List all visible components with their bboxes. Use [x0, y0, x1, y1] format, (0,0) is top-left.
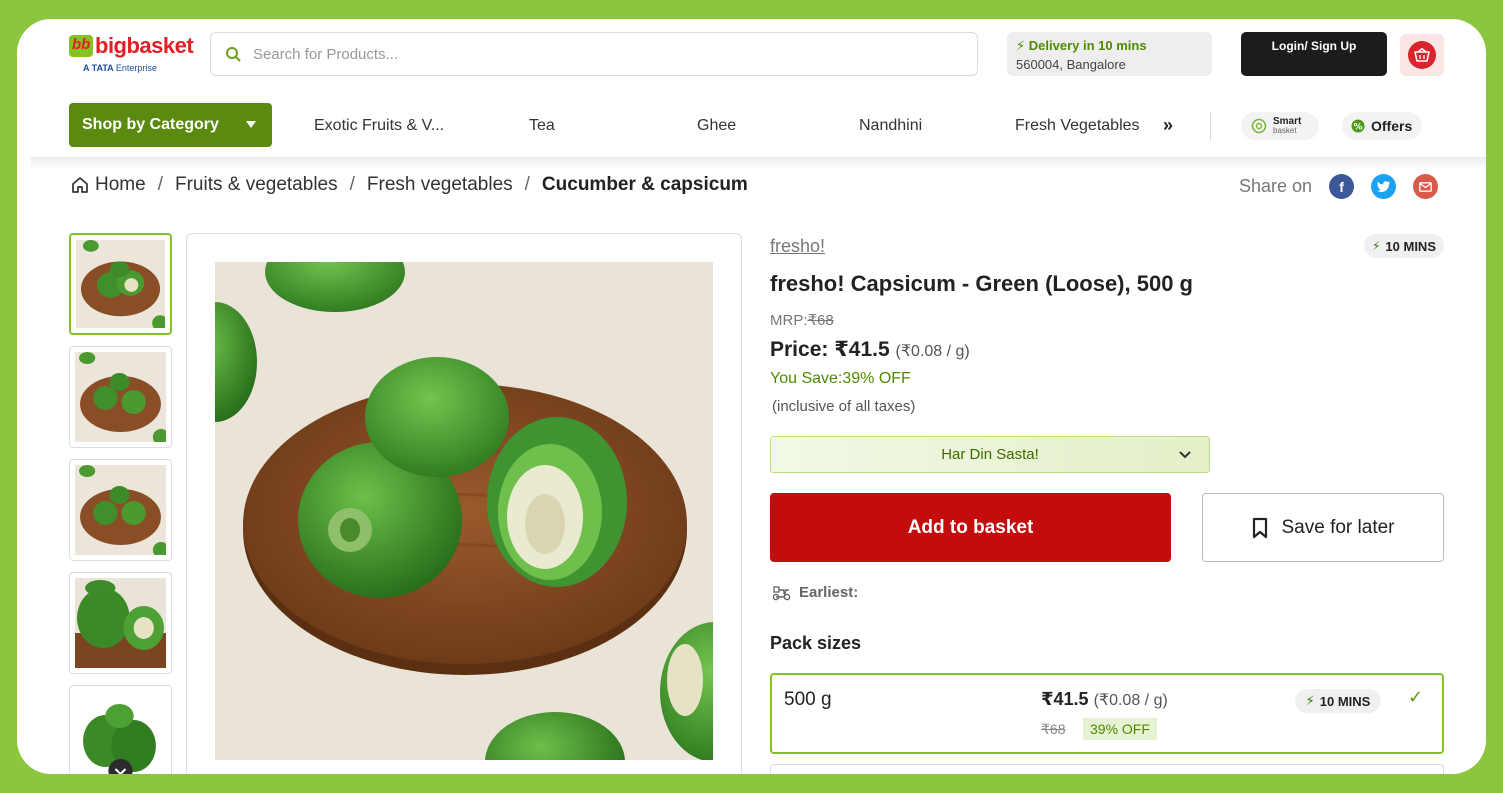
shop-by-category-button[interactable]: Shop by Category: [69, 103, 272, 147]
breadcrumb-separator: /: [349, 174, 355, 195]
nav-item-fresh-vegetables[interactable]: Fresh Vegetables: [1015, 117, 1140, 135]
product-mrp: MRP:₹68: [770, 312, 834, 329]
nav-item-ghee[interactable]: Ghee: [697, 117, 736, 135]
pack-size-option[interactable]: 500 g ₹41.5 (₹0.08 / g) ₹68 39% OFF ⚡ 10 …: [770, 673, 1444, 754]
thumbnail-image: [75, 465, 166, 555]
offers-button[interactable]: % Offers: [1342, 112, 1422, 140]
bolt-icon: ⚡: [1305, 693, 1315, 708]
thumbnail-image: [75, 578, 166, 668]
nav-item-nandhini[interactable]: Nandhini: [859, 117, 922, 135]
bookmark-icon: [1252, 517, 1267, 538]
search-bar[interactable]: [210, 32, 978, 76]
offers-icon: %: [1351, 119, 1365, 133]
chevron-down-icon: [1178, 447, 1192, 463]
nav-item-tea[interactable]: Tea: [529, 117, 555, 135]
breadcrumb-separator: /: [524, 174, 530, 195]
product-thumbnail[interactable]: [69, 346, 172, 448]
cart-button[interactable]: [1400, 34, 1444, 76]
save-for-later-button[interactable]: Save for later: [1202, 493, 1444, 562]
pack-discount-badge: 39% OFF: [1083, 718, 1157, 740]
unit-price: (₹0.08 / g): [895, 343, 970, 360]
pack-size-option[interactable]: [770, 764, 1444, 774]
search-icon: [226, 47, 241, 62]
breadcrumb-fresh-vegetables[interactable]: Fresh vegetables: [367, 174, 513, 196]
nav-item-exotic-fruits[interactable]: Exotic Fruits & V...: [314, 117, 444, 135]
email-icon[interactable]: [1413, 174, 1439, 199]
delivery-scooter-icon: [772, 585, 791, 600]
svg-text:%: %: [1353, 123, 1362, 133]
har-din-sasta-dropdown[interactable]: Har Din Sasta!: [770, 436, 1210, 473]
home-icon[interactable]: [71, 176, 89, 194]
product-thumbnail[interactable]: [69, 459, 172, 561]
breadcrumb-separator: /: [157, 174, 163, 195]
delivery-time-badge: ⚡ 10 MINS: [1364, 234, 1444, 258]
share-bar: Share on f: [1239, 174, 1439, 199]
bolt-icon: ⚡: [1371, 239, 1381, 253]
caret-down-icon: [246, 121, 256, 128]
product-thumbnail[interactable]: [69, 233, 172, 335]
breadcrumb: Home / Fruits & vegetables / Fresh veget…: [71, 174, 748, 196]
header-shadow: [31, 157, 1486, 169]
nav-more-icon[interactable]: »: [1163, 115, 1173, 136]
pack-sizes-heading: Pack sizes: [770, 633, 862, 653]
pack-mrp: ₹68: [1041, 721, 1066, 737]
product-thumbnail[interactable]: [69, 572, 172, 674]
main-product-image-container: [186, 233, 742, 774]
smart-basket-icon: [1251, 118, 1267, 134]
search-input[interactable]: [253, 45, 933, 63]
logo-tagline: A TATA Enterprise: [83, 63, 157, 73]
breadcrumb-fruits-vegetables[interactable]: Fruits & vegetables: [175, 174, 338, 196]
selected-check-icon: ✓: [1408, 687, 1424, 707]
thumbnail-image: [75, 352, 166, 442]
brand-link[interactable]: fresho!: [770, 236, 825, 257]
product-title: fresho! Capsicum - Green (Loose), 500 g: [770, 271, 1193, 296]
delivery-location: 560004, Bangalore: [1016, 57, 1126, 72]
thumbnail-image: [76, 240, 165, 328]
product-price: Price: ₹41.5 (₹0.08 / g): [770, 338, 970, 361]
basket-icon: [1408, 41, 1436, 69]
nav-divider: [1210, 111, 1211, 141]
pack-size: 500 g: [784, 689, 832, 710]
pack-delivery-badge: ⚡ 10 MINS: [1295, 689, 1381, 713]
logo-mark-icon: bb: [69, 35, 93, 57]
logo-text: bigbasket: [95, 33, 194, 58]
breadcrumb-current: Cucumber & capsicum: [541, 174, 748, 195]
delivery-location-selector[interactable]: ⚡ Delivery in 10 mins 560004, Bangalore: [1007, 32, 1212, 76]
delivery-time: Delivery in 10 mins: [1028, 38, 1147, 53]
twitter-icon[interactable]: [1371, 174, 1397, 199]
earliest-delivery: Earliest:: [772, 584, 858, 601]
share-label: Share on: [1239, 176, 1313, 196]
tax-note: (inclusive of all taxes): [772, 398, 916, 415]
pack-price: ₹41.5 (₹0.08 / g): [1041, 689, 1168, 709]
page-frame: bb bigbasket A TATA Enterprise ⚡ Deliver…: [17, 19, 1486, 774]
breadcrumb-home[interactable]: Home: [95, 174, 146, 196]
bolt-icon: ⚡: [1016, 38, 1026, 53]
bigbasket-logo[interactable]: bb bigbasket A TATA Enterprise: [69, 33, 194, 79]
facebook-icon[interactable]: f: [1329, 174, 1355, 199]
thumbnail-image: [75, 691, 166, 774]
smart-basket-button[interactable]: Smart basket: [1241, 112, 1319, 140]
add-to-basket-button[interactable]: Add to basket: [770, 493, 1171, 562]
you-save-text: You Save:39% OFF: [770, 370, 911, 387]
login-signup-button[interactable]: Login/ Sign Up: [1241, 32, 1387, 76]
main-product-image[interactable]: [215, 262, 713, 760]
product-thumbnail[interactable]: [69, 685, 172, 774]
